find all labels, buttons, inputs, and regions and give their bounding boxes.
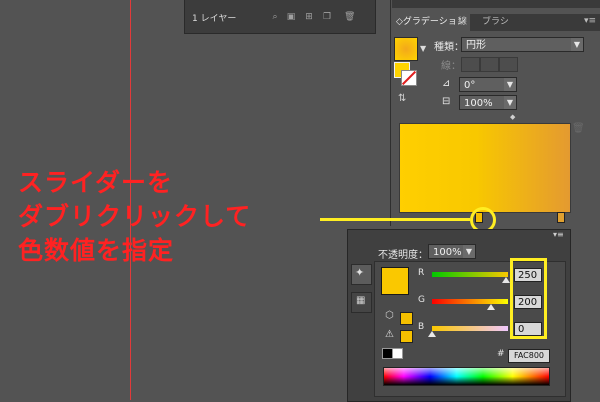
annotation-leader-line [320, 218, 470, 221]
aspect-ratio-select[interactable]: 100% ▼ [459, 95, 517, 110]
stroke-within-button[interactable] [461, 57, 480, 72]
channel-r-label: R [418, 268, 425, 278]
angle-icon: ⊿ [442, 78, 451, 89]
opacity-label: 不透明度： [378, 250, 428, 261]
color-panel-icon[interactable]: ✦ [351, 264, 372, 285]
make-mask-icon[interactable]: ▣ [286, 13, 296, 22]
websafe-color-swatch[interactable] [400, 312, 413, 325]
new-sublayer-icon[interactable]: ⊞ [304, 13, 314, 22]
opacity-value: 100% [433, 247, 462, 258]
tab-brushes[interactable]: ブラシ [478, 14, 513, 31]
gamut-color-swatch[interactable] [400, 330, 413, 343]
panel-top-strip [392, 0, 600, 8]
stroke-along-button[interactable] [480, 57, 499, 72]
opacity-select[interactable]: 100% ▼ [428, 244, 476, 259]
swatches-panel-icon[interactable]: ▦ [351, 292, 372, 313]
value-highlight-box [510, 258, 547, 339]
channel-b-slider[interactable] [432, 326, 508, 331]
channel-r-slider[interactable] [432, 272, 508, 277]
stroke-gradient-buttons [461, 57, 521, 72]
annotation-line-3: 色数値を指定 [18, 236, 175, 265]
search-icon[interactable]: ⌕ [270, 13, 280, 22]
hex-label: # [497, 349, 505, 359]
layer-count-label: 1 レイヤー [192, 14, 237, 24]
chevron-down-icon: ▼ [504, 96, 516, 109]
color-spectrum[interactable] [383, 367, 550, 386]
stroke-across-button[interactable] [499, 57, 518, 72]
channel-b-slider-handle[interactable] [428, 331, 436, 337]
color-stop-right[interactable] [557, 212, 565, 223]
stroke-label: 線： [441, 61, 461, 72]
hex-value-field[interactable]: FAC800 [508, 349, 550, 363]
reverse-gradient-icon[interactable]: ⇅ [398, 93, 406, 104]
panel-menu-icon[interactable]: ▾≡ [584, 16, 596, 26]
channel-b-label: B [418, 322, 425, 332]
warning-icon: ⚠ [385, 329, 394, 340]
gradient-panel-tabs: ◇グラデーション 線 ブラシ ▾≡ [392, 14, 600, 31]
chevron-down-icon: ▼ [571, 38, 583, 51]
stroke-swatch[interactable] [401, 70, 417, 86]
gradient-thumbnail[interactable] [394, 37, 418, 61]
gradient-type-select[interactable]: 円形 ▼ [461, 37, 584, 52]
aspect-ratio-value: 100% [464, 98, 493, 109]
channel-g-label: G [418, 295, 425, 305]
instruction-annotation: スライダーを ダブリクリックして 色数値を指定 [18, 166, 258, 268]
popup-side-tabs: ✦ ▦ [348, 262, 374, 318]
grid-icon: ▦ [356, 295, 366, 306]
out-of-gamut-cube-icon: ⬡ [385, 310, 394, 321]
new-layer-icon[interactable]: ❐ [322, 13, 332, 22]
delete-icon[interactable]: 🗑 [344, 13, 355, 22]
palette-icon: ✦ [355, 266, 365, 279]
channel-g-slider[interactable] [432, 299, 508, 304]
annotation-line-1: スライダーを [18, 168, 174, 197]
midpoint-icon[interactable]: ◆ [510, 113, 515, 121]
aspect-ratio-icon: ⊟ [442, 96, 451, 107]
delete-stop-icon[interactable]: 🗑 [572, 123, 585, 134]
gradient-type-value: 円形 [466, 40, 486, 51]
chevron-down-icon: ▼ [463, 245, 475, 258]
tab-stroke[interactable]: 線 [454, 14, 471, 31]
white-swatch[interactable] [392, 348, 403, 359]
panel-menu-icon[interactable]: ▾≡ [553, 230, 564, 239]
angle-select[interactable]: 0° ▼ [459, 77, 517, 92]
current-color-swatch [381, 267, 409, 295]
type-label: 種類： [434, 42, 464, 53]
angle-value: 0° [464, 80, 476, 91]
chevron-down-icon[interactable]: ▼ [420, 44, 426, 53]
layers-panel-footer: 1 レイヤー ⌕ ▣ ⊞ ❐ 🗑 [186, 10, 372, 26]
gradient-slider-bar[interactable] [399, 123, 571, 213]
annotation-line-2: ダブリクリックして [18, 202, 252, 231]
channel-g-slider-handle[interactable] [487, 304, 496, 310]
chevron-down-icon: ▼ [504, 78, 516, 91]
